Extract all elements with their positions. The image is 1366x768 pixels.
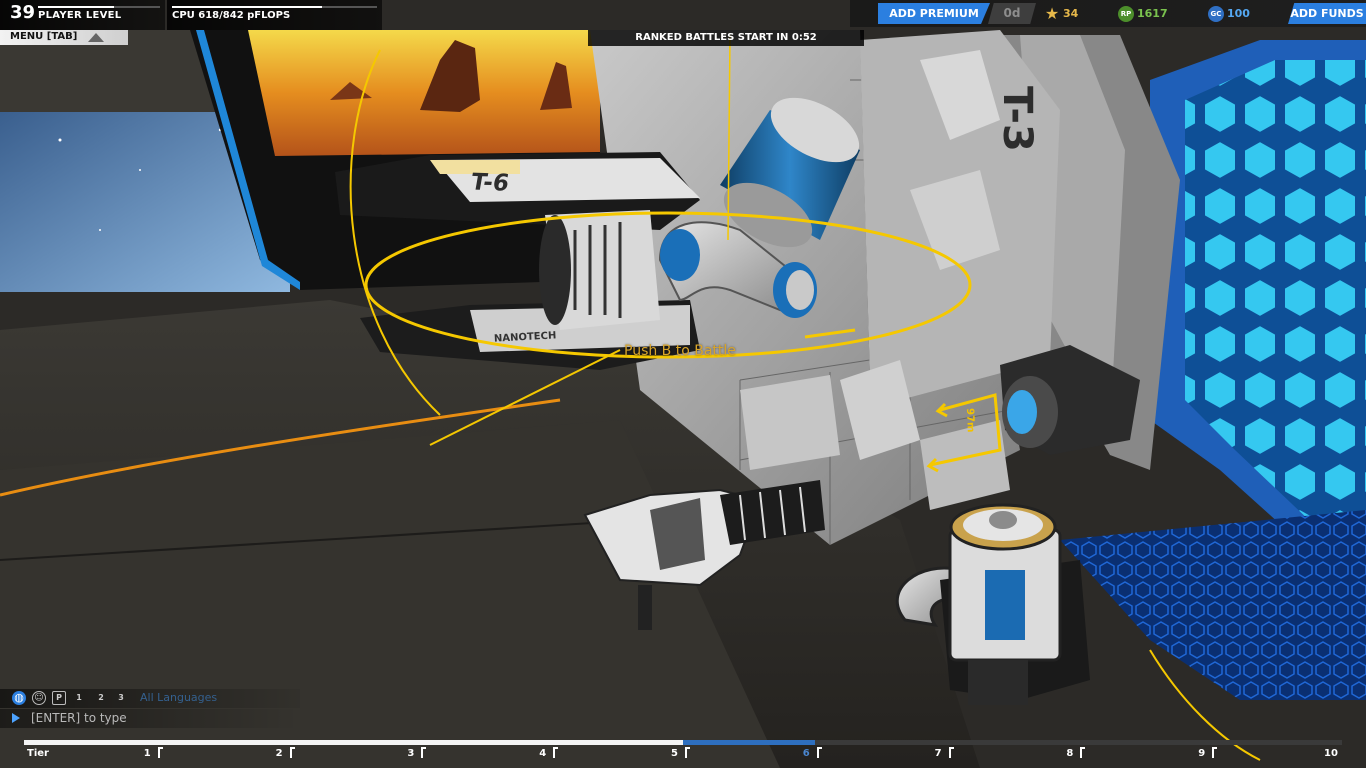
tier-tick <box>289 747 295 758</box>
cpu-readout: CPU 618/842 pFLOPS <box>172 10 291 21</box>
galaxy-coins-value: 100 <box>1227 7 1250 20</box>
tier-number-4: 4 <box>539 748 547 759</box>
tier-current-segment <box>683 740 815 745</box>
chevron-right-icon <box>12 713 20 723</box>
cpu-panel: CPU 618/842 pFLOPS <box>167 0 382 30</box>
galaxy-coins[interactable]: GC 100 <box>1208 4 1250 23</box>
tier-tick <box>1080 747 1086 758</box>
tier-track <box>24 740 1342 745</box>
robits[interactable]: RP 1617 <box>1118 4 1168 23</box>
distance-readout: 97m <box>964 408 976 433</box>
person-icon[interactable]: ☺ <box>32 691 46 705</box>
tier-number-2: 2 <box>275 748 283 759</box>
tier-tick <box>553 747 559 758</box>
tier-number-9: 9 <box>1198 748 1206 759</box>
chat-placeholder: [ENTER] to type <box>31 711 127 725</box>
chat-channel-3-icon[interactable]: 3 <box>114 691 128 705</box>
cpu-usage-fill <box>172 6 323 8</box>
triangle-up-icon <box>88 33 104 42</box>
tier-tick <box>421 747 427 758</box>
p-icon[interactable]: P <box>52 691 66 705</box>
tier-progress-fill <box>24 740 710 745</box>
robits-icon: RP <box>1118 6 1134 22</box>
chat-channel-1-icon[interactable]: 1 <box>72 691 86 705</box>
menu-label: MENU [TAB] <box>10 31 78 42</box>
tier-number-5: 5 <box>671 748 678 759</box>
tier-tick <box>1212 747 1218 758</box>
ranked-countdown: RANKED BATTLES START IN 0:52 <box>588 30 864 46</box>
player-level-panel: 39 PLAYER LEVEL <box>0 0 165 30</box>
decal-t6: T-6 <box>468 169 512 197</box>
chat-channel-2-icon[interactable]: 2 <box>94 691 108 705</box>
tier-number-8: 8 <box>1066 748 1074 759</box>
cpu-usage-bar <box>172 6 377 8</box>
level-progress-fill <box>38 6 114 8</box>
push-to-battle-prompt: Push B to Battle <box>624 343 736 359</box>
tier-tick <box>948 747 954 758</box>
tier-number-10: 10 <box>1324 748 1338 759</box>
tier-number-1: 1 <box>143 748 151 759</box>
tier-number-6: 6 <box>802 748 810 759</box>
add-premium-button[interactable]: ADD PREMIUM <box>878 3 990 24</box>
decal-t3: T-3 <box>994 86 1040 152</box>
tier-number-3: 3 <box>407 748 415 759</box>
robits-value: 1617 <box>1137 7 1168 20</box>
tier-tick <box>685 747 690 758</box>
player-level-number: 39 <box>10 2 36 23</box>
tier-bar: Tier 1 2 3 4 5 6 7 8 9 10 <box>24 740 1342 768</box>
galaxy-coin-icon: GC <box>1208 6 1224 22</box>
tier-label: Tier <box>27 748 49 759</box>
garage-scene <box>0 0 1366 768</box>
add-funds-button[interactable]: ADD FUNDS <box>1288 3 1366 24</box>
tier-number-7: 7 <box>934 748 942 759</box>
menu-button[interactable]: MENU [TAB] <box>0 30 128 45</box>
tech-points-value: 34 <box>1063 7 1079 20</box>
tech-points[interactable]: ★ 34 <box>1044 4 1078 23</box>
chat-language-filter[interactable]: All Languages <box>140 691 217 704</box>
player-level-label: PLAYER LEVEL <box>38 10 122 21</box>
star-icon: ★ <box>1044 4 1060 23</box>
premium-days: 0d <box>988 3 1036 24</box>
tier-tick <box>816 747 822 758</box>
tier-tick <box>157 747 163 758</box>
globe-icon[interactable]: ◍ <box>12 691 26 705</box>
level-progress-bar <box>38 6 160 8</box>
